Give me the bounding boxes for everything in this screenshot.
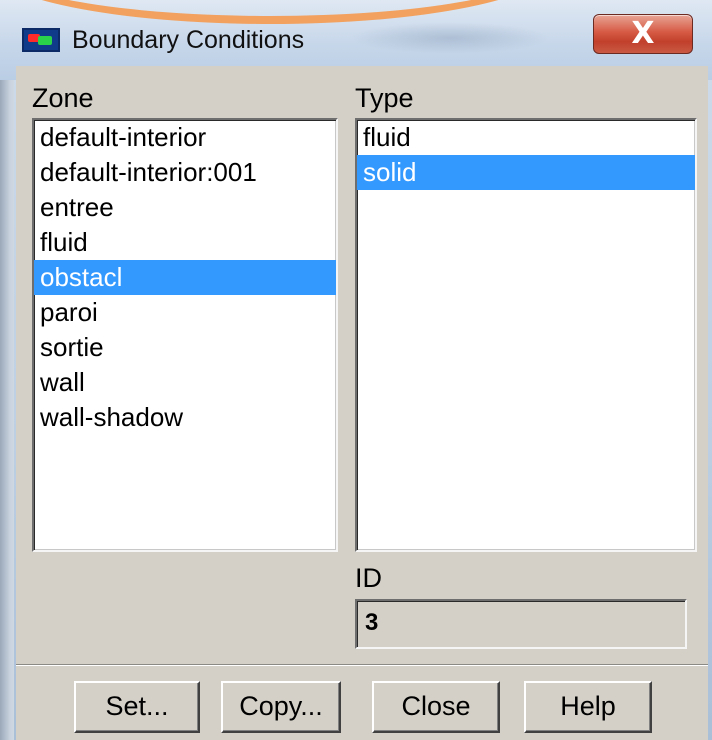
copy-button[interactable]: Copy... — [221, 681, 341, 733]
zone-list-item[interactable]: wall-shadow — [34, 400, 336, 435]
zone-list-item[interactable]: obstacl — [34, 260, 336, 295]
zone-list-item[interactable]: sortie — [34, 330, 336, 365]
help-button[interactable]: Help — [524, 681, 652, 733]
app-icon — [22, 28, 60, 52]
zone-list: default-interior default-interior:001 entr… — [34, 120, 336, 435]
set-button[interactable]: Set... — [74, 681, 200, 733]
type-list: fluid solid — [357, 120, 695, 190]
type-label: Type — [355, 83, 414, 113]
zone-label: Zone — [32, 83, 94, 113]
id-field[interactable]: 3 — [355, 599, 687, 649]
id-label: ID — [355, 563, 382, 593]
close-window-button[interactable]: X — [593, 14, 693, 54]
close-button[interactable]: Close — [372, 681, 500, 733]
zone-list-item[interactable]: wall — [34, 365, 336, 400]
zone-list-item[interactable]: entree — [34, 190, 336, 225]
type-list-item[interactable]: solid — [357, 155, 695, 190]
zone-list-item[interactable]: paroi — [34, 295, 336, 330]
button-separator — [16, 664, 708, 666]
window-title: Boundary Conditions — [72, 26, 305, 54]
zone-list-item[interactable]: default-interior — [34, 120, 336, 155]
type-listbox[interactable]: fluid solid — [355, 118, 697, 552]
dialog-window: Boundary Conditions X Zone Type default-… — [0, 0, 712, 740]
title-bar-blur — [350, 22, 550, 54]
zone-listbox[interactable]: default-interior default-interior:001 entr… — [32, 118, 338, 552]
window-frame-edge — [0, 60, 14, 740]
close-icon: X — [631, 16, 655, 51]
zone-list-item[interactable]: default-interior:001 — [34, 155, 336, 190]
type-list-item[interactable]: fluid — [357, 120, 695, 155]
zone-list-item[interactable]: fluid — [34, 225, 336, 260]
dialog-client-area: Zone Type default-interior default-interi… — [16, 66, 708, 740]
